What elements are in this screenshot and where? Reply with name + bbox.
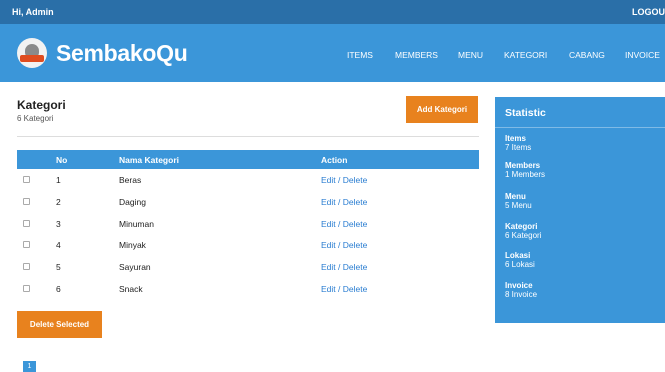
stat-label: Menu: [505, 192, 526, 201]
header-no: No: [56, 155, 68, 165]
stat-label: Lokasi: [505, 251, 531, 260]
row-no: 2: [56, 196, 61, 207]
edit-delete-link[interactable]: Edit / Delete: [321, 262, 367, 272]
stat-value: 5 Menu: [505, 201, 532, 210]
statistic-divider: [495, 127, 665, 128]
stat-value: 7 Items: [505, 143, 532, 152]
table-row: 6 Snack Edit / Delete: [17, 278, 479, 300]
row-no: 5: [56, 262, 61, 273]
table-row: 2 Daging Edit / Delete: [17, 191, 479, 213]
greeting-text: Hi, Admin: [12, 7, 54, 17]
logout-link[interactable]: LOGOUT: [632, 7, 665, 17]
kategori-table: No Nama Kategori Action 1 Beras Edit / D…: [17, 150, 479, 300]
table-row: 5 Sayuran Edit / Delete: [17, 256, 479, 278]
row-checkbox[interactable]: [23, 284, 30, 292]
edit-delete-link[interactable]: Edit / Delete: [321, 219, 367, 229]
row-name: Minyak: [119, 240, 146, 251]
nav-invoice[interactable]: INVOICE: [625, 50, 660, 60]
header: SembakoQu ITEMS MEMBERS MENU KATEGORI CA…: [0, 24, 665, 82]
stat-label: Members: [505, 161, 541, 170]
row-no: 3: [56, 218, 61, 229]
divider: [17, 136, 479, 137]
row-name: Minuman: [119, 218, 154, 229]
nav-menu[interactable]: MENU: [458, 50, 483, 60]
stat-value: 6 Lokasi: [505, 260, 535, 269]
stat-value: 1 Members: [505, 170, 546, 179]
header-name: Nama Kategori: [119, 155, 179, 165]
edit-delete-link[interactable]: Edit / Delete: [321, 197, 367, 207]
pagination-page-1[interactable]: 1: [23, 361, 36, 372]
stat-value: 6 Kategori: [505, 231, 542, 240]
nav-items[interactable]: ITEMS: [347, 50, 373, 60]
page-count: 6 Kategori: [17, 114, 54, 123]
edit-delete-link[interactable]: Edit / Delete: [321, 284, 367, 294]
row-name: Sayuran: [119, 262, 151, 273]
stat-items: Items 7 Items: [505, 134, 531, 152]
header-action: Action: [321, 155, 348, 165]
stat-menu: Menu 5 Menu: [505, 192, 532, 210]
row-checkbox[interactable]: [23, 176, 30, 183]
table-row: 4 Minyak Edit / Delete: [17, 234, 479, 256]
table-row: 3 Minuman Edit / Delete: [17, 213, 479, 235]
stat-label: Items: [505, 134, 526, 143]
row-checkbox[interactable]: [23, 197, 30, 205]
table-row: 1 Beras Edit / Delete: [17, 169, 479, 191]
delete-selected-button[interactable]: Delete Selected: [17, 311, 102, 338]
stat-lokasi: Lokasi 6 Lokasi: [505, 251, 535, 269]
nav-kategori[interactable]: KATEGORI: [504, 50, 547, 60]
stat-kategori: Kategori 6 Kategori: [505, 222, 541, 240]
row-checkbox[interactable]: [23, 241, 30, 249]
row-checkbox[interactable]: [23, 263, 30, 271]
nav-members[interactable]: MEMBERS: [395, 50, 438, 60]
row-name: Beras: [119, 175, 142, 185]
row-no: 1: [56, 175, 61, 185]
stat-label: Invoice: [505, 281, 533, 290]
table-header: No Nama Kategori Action: [17, 150, 479, 169]
statistic-panel: Statistic Items 7 Items Members 1 Member…: [495, 97, 665, 323]
row-name: Snack: [119, 283, 143, 294]
nav-cabang[interactable]: CABANG: [569, 50, 605, 60]
page-title: Kategori: [17, 98, 66, 112]
stat-value: 8 Invoice: [505, 290, 538, 299]
add-kategori-button[interactable]: Add Kategori: [406, 96, 478, 123]
top-bar: Hi, Admin LOGOUT: [0, 0, 665, 24]
row-no: 4: [56, 240, 61, 251]
statistic-title: Statistic: [505, 107, 546, 119]
stat-label: Kategori: [505, 222, 538, 231]
edit-delete-link[interactable]: Edit / Delete: [321, 240, 367, 250]
row-name: Daging: [119, 196, 146, 207]
main-nav: ITEMS MEMBERS MENU KATEGORI CABANG INVOI…: [0, 50, 665, 62]
stat-invoice: Invoice 8 Invoice: [505, 281, 537, 299]
row-no: 6: [56, 283, 61, 294]
stat-members: Members 1 Members: [505, 161, 545, 179]
row-checkbox[interactable]: [23, 219, 30, 227]
edit-delete-link[interactable]: Edit / Delete: [321, 175, 367, 185]
